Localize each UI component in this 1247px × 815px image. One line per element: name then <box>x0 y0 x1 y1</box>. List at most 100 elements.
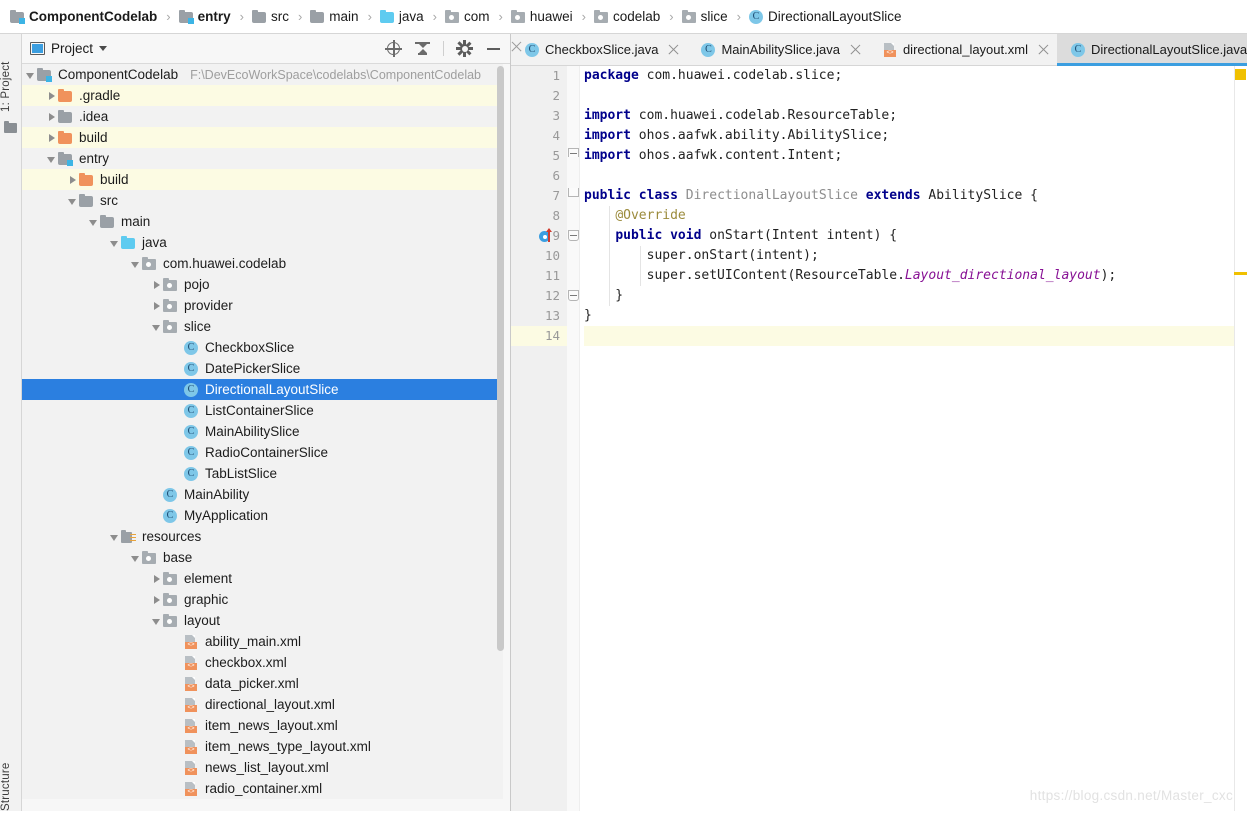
breadcrumb-item-entry[interactable]: entry <box>177 0 233 34</box>
tree-node-mainability[interactable]: C MainAbility <box>22 484 503 505</box>
tree-node-pojo[interactable]: pojo <box>22 274 503 295</box>
chevron-down-icon[interactable] <box>110 532 120 542</box>
tree-node-layout[interactable]: layout <box>22 610 503 631</box>
tree-node-directionallayoutslice[interactable]: C DirectionalLayoutSlice <box>22 379 503 400</box>
tree-node-element[interactable]: element <box>22 568 503 589</box>
tree-node-entry[interactable]: entry <box>22 148 503 169</box>
breadcrumb-item-com[interactable]: com <box>443 0 492 34</box>
chevron-down-icon[interactable] <box>89 217 99 227</box>
code-line[interactable]: public void onStart(Intent intent) { <box>584 226 1247 246</box>
minimize-icon[interactable] <box>485 40 502 57</box>
breadcrumb-item-codelab[interactable]: codelab <box>592 0 662 34</box>
breadcrumb-item-main[interactable]: main <box>308 0 360 34</box>
tab-close-icon[interactable] <box>668 44 679 55</box>
tree-node-listcontainerslice[interactable]: C ListContainerSlice <box>22 400 503 421</box>
tree-node-build[interactable]: build <box>22 169 503 190</box>
code-line[interactable]: @Override <box>584 206 1247 226</box>
chevron-right-icon[interactable] <box>68 175 78 185</box>
warning-marker-icon[interactable] <box>1235 69 1246 80</box>
fold-handle[interactable] <box>568 186 579 197</box>
chevron-down-icon[interactable] <box>152 616 162 626</box>
override-method-marker-icon[interactable] <box>539 228 554 244</box>
chevron-down-icon[interactable] <box>47 154 57 164</box>
chevron-right-icon[interactable] <box>152 301 162 311</box>
code-line[interactable]: } <box>584 286 1247 306</box>
line-number[interactable]: 1 <box>511 66 567 86</box>
tree-node-build[interactable]: build <box>22 127 503 148</box>
tab-close-icon[interactable] <box>850 44 861 55</box>
project-tree-scrollbar-thumb[interactable] <box>497 66 504 651</box>
editor-tab-directional-layout-xml[interactable]: <> directional_layout.xml <box>868 34 1057 65</box>
breadcrumb-item-slice[interactable]: slice <box>680 0 730 34</box>
chevron-down-icon[interactable] <box>68 196 78 206</box>
line-number[interactable]: 4 <box>511 126 567 146</box>
code-text[interactable]: package com.huawei.codelab.slice; import … <box>580 66 1247 811</box>
line-number[interactable]: 3 <box>511 106 567 126</box>
fold-handle[interactable] <box>568 290 579 301</box>
tree-node-datepickerslice[interactable]: C DatePickerSlice <box>22 358 503 379</box>
project-tree-scroll[interactable]: ComponentCodelab F:\DevEcoWorkSpace\codel… <box>22 64 510 811</box>
breadcrumb-item-java[interactable]: java <box>378 0 426 34</box>
rail-tab-structure[interactable]: Structure <box>0 751 22 815</box>
tree-node-ability-main-xml[interactable]: <> ability_main.xml <box>22 631 503 652</box>
tree-node-myapplication[interactable]: C MyApplication <box>22 505 503 526</box>
code-line[interactable]: super.setUIContent(ResourceTable.Layout_… <box>584 266 1247 286</box>
breadcrumb-item-directionallayoutslice[interactable]: C DirectionalLayoutSlice <box>747 0 904 34</box>
chevron-down-icon[interactable] <box>152 322 162 332</box>
chevron-down-icon[interactable] <box>26 70 36 80</box>
chevron-down-icon[interactable] <box>131 553 141 563</box>
tree-node-radio-container-xml[interactable]: <> radio_container.xml <box>22 778 503 799</box>
chevron-down-icon[interactable] <box>110 238 120 248</box>
tree-node-mainabilityslice[interactable]: C MainAbilitySlice <box>22 421 503 442</box>
chevron-right-icon[interactable] <box>152 574 162 584</box>
line-number[interactable]: 5 <box>511 146 567 166</box>
tree-node-radiocontainerslice[interactable]: C RadioContainerSlice <box>22 442 503 463</box>
code-line[interactable] <box>584 326 1247 346</box>
tree-node-base[interactable]: base <box>22 547 503 568</box>
code-line[interactable]: package com.huawei.codelab.slice; <box>584 66 1247 86</box>
tree-node-tablistslice[interactable]: C TabListSlice <box>22 463 503 484</box>
rail-tab-project[interactable]: 1: Project <box>0 38 22 116</box>
project-view-selector[interactable]: Project <box>30 41 108 56</box>
line-number[interactable]: 12 <box>511 286 567 306</box>
code-line[interactable] <box>584 86 1247 106</box>
tree-node-com-huawei-codelab[interactable]: com.huawei.codelab <box>22 253 503 274</box>
chevron-right-icon[interactable] <box>47 112 57 122</box>
tree-node-resources[interactable]: resources <box>22 526 503 547</box>
tree-node-provider[interactable]: provider <box>22 295 503 316</box>
line-number[interactable]: 14 <box>511 326 567 346</box>
tab-close-icon[interactable] <box>1038 44 1049 55</box>
tree-node-componentcodelab[interactable]: ComponentCodelab F:\DevEcoWorkSpace\codel… <box>22 64 503 85</box>
chevron-down-icon[interactable] <box>131 259 141 269</box>
breadcrumb-item-src[interactable]: src <box>250 0 291 34</box>
line-number[interactable]: 6 <box>511 166 567 186</box>
tree-node--idea[interactable]: .idea <box>22 106 503 127</box>
tree-node-data-picker-xml[interactable]: <> data_picker.xml <box>22 673 503 694</box>
tree-node-graphic[interactable]: graphic <box>22 589 503 610</box>
tree-node-checkboxslice[interactable]: C CheckboxSlice <box>22 337 503 358</box>
editor-tab-checkboxslice-java[interactable]: C CheckboxSlice.java <box>511 34 688 65</box>
code-viewport[interactable]: 1 2 3 4 5 6 7 8 9 10 11 12 13 14 package com.huawei.c… <box>511 66 1247 811</box>
fold-handle[interactable] <box>568 230 579 241</box>
tree-node-news-list-layout-xml[interactable]: <> news_list_layout.xml <box>22 757 503 778</box>
breadcrumb-item-huawei[interactable]: huawei <box>509 0 575 34</box>
code-line[interactable] <box>584 166 1247 186</box>
breadcrumb-item-componentcodelab[interactable]: ComponentCodelab <box>8 0 159 34</box>
tree-node-directional-layout-xml[interactable]: <> directional_layout.xml <box>22 694 503 715</box>
fold-handle[interactable] <box>568 148 579 159</box>
tree-node-item-news-layout-xml[interactable]: <> item_news_layout.xml <box>22 715 503 736</box>
tree-node-java[interactable]: java <box>22 232 503 253</box>
line-number[interactable]: 13 <box>511 306 567 326</box>
code-line[interactable]: } <box>584 306 1247 326</box>
warning-stripe[interactable] <box>1234 272 1247 275</box>
editor-tab-mainabilityslice-java[interactable]: C MainAbilitySlice.java <box>687 34 869 65</box>
close-icon[interactable] <box>511 41 523 53</box>
line-number[interactable]: 10 <box>511 246 567 266</box>
line-number[interactable]: 11 <box>511 266 567 286</box>
chevron-right-icon[interactable] <box>47 91 57 101</box>
code-line[interactable]: super.onStart(intent); <box>584 246 1247 266</box>
chevron-right-icon[interactable] <box>152 595 162 605</box>
chevron-right-icon[interactable] <box>152 280 162 290</box>
chevron-right-icon[interactable] <box>47 133 57 143</box>
tree-node--gradle[interactable]: .gradle <box>22 85 503 106</box>
